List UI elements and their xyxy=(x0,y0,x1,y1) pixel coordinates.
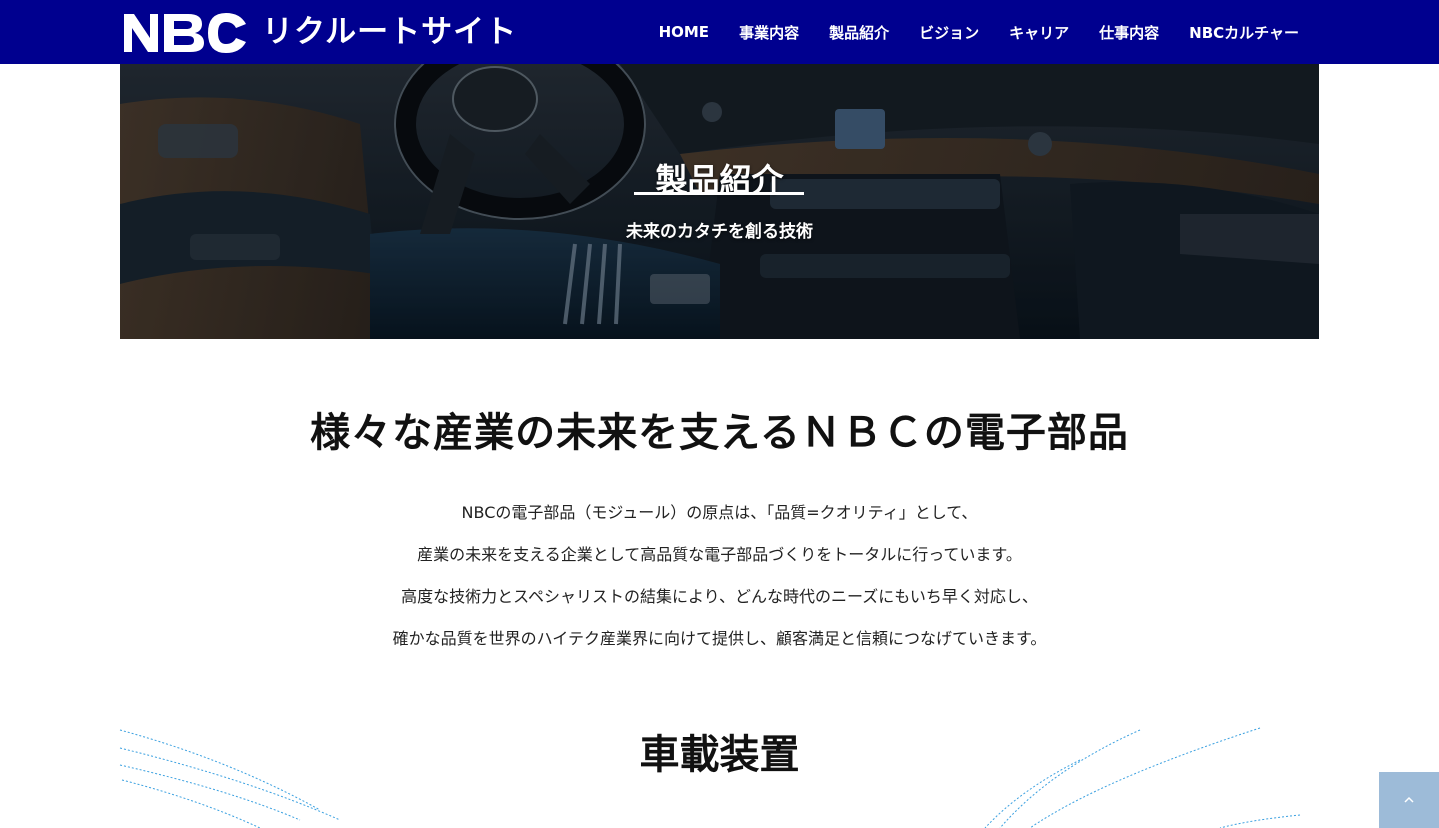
nav-home[interactable]: HOME xyxy=(659,23,709,41)
nav-vision[interactable]: ビジョン xyxy=(919,22,979,43)
intro-text: NBCの電子部品（モジュール）の原点は、「品質=クオリティ」として、 産業の未来… xyxy=(0,501,1439,669)
site-header: リクルートサイト HOME 事業内容 製品紹介 ビジョン キャリア 仕事内容 N… xyxy=(0,0,1439,64)
chevron-up-icon xyxy=(1403,791,1415,810)
intro-line: NBCの電子部品（モジュール）の原点は、「品質=クオリティ」として、 xyxy=(461,503,978,522)
intro-line: 産業の未来を支える企業として高品質な電子部品づくりをトータルに行っています。 xyxy=(417,545,1022,564)
nav-business[interactable]: 事業内容 xyxy=(739,22,799,43)
intro-line: 高度な技術力とスペシャリストの結集により、どんな時代のニーズにもいち早く対応し、 xyxy=(401,587,1038,606)
main-heading: 様々な産業の未来を支えるＮＢＣの電子部品 xyxy=(310,410,1129,456)
nbc-logo-mark xyxy=(124,13,246,53)
scroll-to-top-button[interactable] xyxy=(1379,772,1439,828)
logo[interactable]: リクルートサイト xyxy=(122,8,517,56)
nav-work[interactable]: 仕事内容 xyxy=(1099,22,1159,43)
site-title: リクルートサイト xyxy=(262,14,518,50)
nav-products[interactable]: 製品紹介 xyxy=(829,22,889,43)
hero-divider xyxy=(634,192,804,195)
section-heading-automotive: 車載装置 xyxy=(639,732,800,778)
nav-culture[interactable]: NBCカルチャー xyxy=(1189,22,1299,43)
main-nav: HOME 事業内容 製品紹介 ビジョン キャリア 仕事内容 NBCカルチャー xyxy=(659,0,1299,64)
car-interior-image xyxy=(120,64,1319,339)
hero-banner: 製品紹介 未来のカタチを創る技術 xyxy=(120,64,1319,339)
hero-subtitle: 未来のカタチを創る技術 xyxy=(626,222,813,242)
nav-career[interactable]: キャリア xyxy=(1009,22,1069,43)
intro-line: 確かな品質を世界のハイテク産業界に向けて提供し、顧客満足と信頼につなげていきます… xyxy=(392,629,1047,648)
